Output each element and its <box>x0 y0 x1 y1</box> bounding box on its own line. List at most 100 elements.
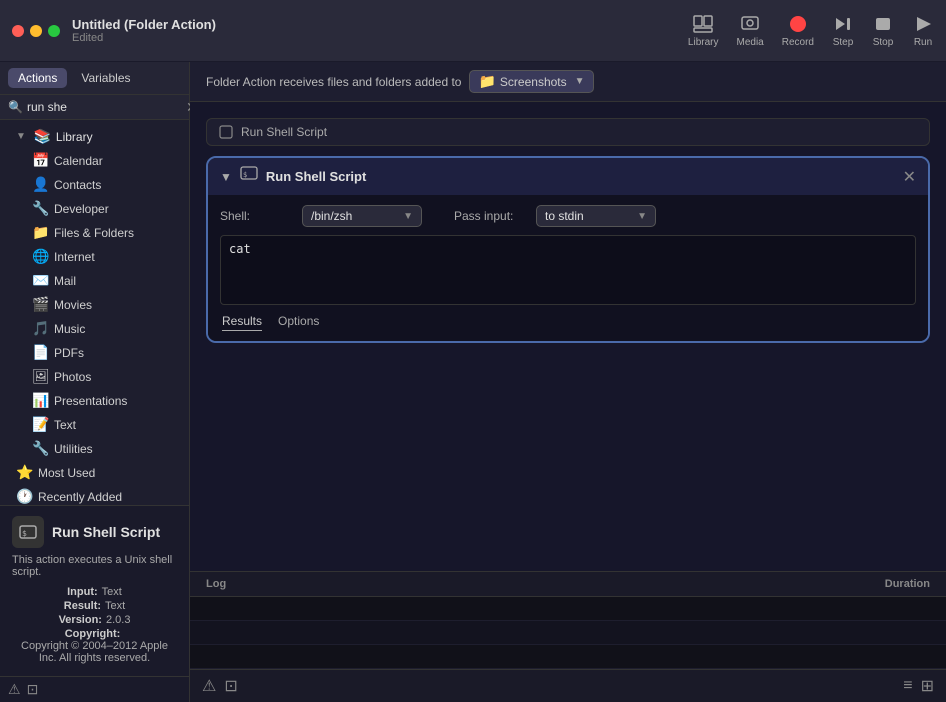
shell-label: Shell: <box>220 209 290 223</box>
run-icon <box>912 13 934 35</box>
contacts-icon: 👤 <box>32 176 48 193</box>
workflow-step-icon <box>219 125 233 139</box>
app-title-section: Untitled (Folder Action) Edited <box>72 17 688 44</box>
tab-results[interactable]: Results <box>222 314 262 331</box>
sidebar-item-library[interactable]: ▼ 📚 Library <box>4 125 185 148</box>
info-header: $_ Run Shell Script <box>12 516 177 548</box>
app-subtitle: Edited <box>72 32 688 44</box>
sidebar-item-files-folders[interactable]: 📁 Files & Folders <box>4 221 185 244</box>
log-table: Log Duration <box>190 571 946 669</box>
media-button[interactable]: Media <box>737 13 764 48</box>
warning-status-icon[interactable]: ⚠ <box>202 676 216 696</box>
app-title: Untitled (Folder Action) <box>72 17 688 32</box>
action-card-close-button[interactable]: ✕ <box>903 167 916 187</box>
pass-input-label: Pass input: <box>454 209 524 223</box>
pass-input-value: to stdin <box>545 209 584 223</box>
copyright-value: Copyright © 2004–2012 Apple Inc. All rig… <box>12 640 177 664</box>
sidebar-item-movies[interactable]: 🎬 Movies <box>4 293 185 316</box>
record-label: Record <box>782 37 814 48</box>
copyright-label: Copyright: <box>65 628 121 640</box>
info-title: Run Shell Script <box>52 524 160 540</box>
folder-action-bar: Folder Action receives files and folders… <box>190 62 946 102</box>
info-row-copyright: Copyright: Copyright © 2004–2012 Apple I… <box>12 628 177 664</box>
shell-select[interactable]: /bin/zsh ▼ <box>302 205 422 227</box>
sidebar-item-text[interactable]: 📝 Text <box>4 413 185 436</box>
info-row-result: Result: Text <box>12 600 177 612</box>
movies-icon: 🎬 <box>32 296 48 313</box>
sidebar-item-most-used[interactable]: ⭐ Most Used <box>4 461 185 484</box>
step-button[interactable]: Step <box>832 13 854 48</box>
action-card: ▼ $_ Run Shell Script ✕ Shell: /bin <box>206 156 930 343</box>
media-icon <box>739 13 761 35</box>
sidebar-item-music[interactable]: 🎵 Music <box>4 317 185 340</box>
media-label: Media <box>737 37 764 48</box>
action-card-icon: $_ <box>240 166 258 187</box>
maximize-button[interactable] <box>48 25 60 37</box>
right-panel: Folder Action receives files and folders… <box>190 62 946 702</box>
tab-variables[interactable]: Variables <box>71 68 140 88</box>
action-card-body: Shell: /bin/zsh ▼ Pass input: to stdin ▼… <box>208 195 928 341</box>
list-view-icon[interactable]: ≡ <box>903 677 912 695</box>
log-column-header: Log <box>206 578 810 590</box>
sidebar-item-photos[interactable]: 🖼 Photos <box>4 365 185 388</box>
minimize-button[interactable] <box>30 25 42 37</box>
library-label: Library <box>56 130 93 144</box>
result-value: Text <box>105 600 125 612</box>
developer-icon: 🔧 <box>32 200 48 217</box>
traffic-lights <box>12 25 60 37</box>
run-label: Run <box>914 37 932 48</box>
record-button[interactable]: Record <box>782 13 814 48</box>
sidebar-item-pdfs[interactable]: 📄 PDFs <box>4 341 185 364</box>
action-info-icon: $_ <box>12 516 44 548</box>
search-input[interactable] <box>27 100 182 114</box>
tab-options[interactable]: Options <box>278 314 319 331</box>
log-row <box>190 597 946 621</box>
library-tree-icon: 📚 <box>34 128 50 145</box>
files-folders-icon: 📁 <box>32 224 48 241</box>
version-label: Version: <box>59 614 102 626</box>
photos-icon: 🖼 <box>32 368 48 385</box>
sidebar-item-mail[interactable]: ✉️ Mail <box>4 269 185 292</box>
sidebar-item-presentations[interactable]: 📊 Presentations <box>4 389 185 412</box>
sidebar-item-utilities[interactable]: 🔧 Utilities <box>4 437 185 460</box>
workflow-step-item[interactable]: Run Shell Script <box>206 118 930 146</box>
log-rows <box>190 597 946 669</box>
status-row: ⚠ ⊡ <box>0 676 189 702</box>
sidebar-item-calendar[interactable]: 📅 Calendar <box>4 149 185 172</box>
library-label: Library <box>688 37 719 48</box>
sidebar-item-developer[interactable]: 🔧 Developer <box>4 197 185 220</box>
most-used-icon: ⭐ <box>16 464 32 481</box>
sidebar-item-contacts[interactable]: 👤 Contacts <box>4 173 185 196</box>
svg-text:$_: $_ <box>22 529 32 538</box>
close-button[interactable] <box>12 25 24 37</box>
folder-icon: 📁 <box>478 73 495 90</box>
info-row-version: Version: 2.0.3 <box>12 614 177 626</box>
calendar-icon: 📅 <box>32 152 48 169</box>
chevron-down-icon: ▼ <box>637 211 647 222</box>
library-button[interactable]: Library <box>688 13 719 48</box>
pass-input-select[interactable]: to stdin ▼ <box>536 205 656 227</box>
collapse-icon[interactable]: ▼ <box>220 170 232 184</box>
toolbar-icons: Library Media Record <box>688 13 934 48</box>
sidebar-item-recently-added[interactable]: 🕐 Recently Added <box>4 485 185 505</box>
chevron-down-icon: ▼ <box>16 131 26 142</box>
action-card-title: Run Shell Script <box>266 169 895 184</box>
run-button[interactable]: Run <box>912 13 934 48</box>
input-label: Input: <box>67 586 98 598</box>
action-card-header[interactable]: ▼ $_ Run Shell Script ✕ <box>208 158 928 195</box>
sidebar-item-internet[interactable]: 🌐 Internet <box>4 245 185 268</box>
pdfs-icon: 📄 <box>32 344 48 361</box>
tab-actions[interactable]: Actions <box>8 68 67 88</box>
grid-view-icon[interactable]: ⊞ <box>921 676 934 696</box>
stop-button[interactable]: Stop <box>872 13 894 48</box>
bottom-toolbar: ⚠ ⊡ ≡ ⊞ <box>190 669 946 702</box>
status-warning-icon[interactable]: ⚠ <box>8 681 21 698</box>
music-icon: 🎵 <box>32 320 48 337</box>
script-textarea[interactable]: cat <box>220 235 916 305</box>
info-row-input: Input: Text <box>12 586 177 598</box>
log-header: Log Duration <box>190 572 946 597</box>
log-row <box>190 645 946 669</box>
status-expand-icon[interactable]: ⊡ <box>27 681 39 698</box>
folder-badge[interactable]: 📁 Screenshots ▼ <box>469 70 593 93</box>
expand-icon[interactable]: ⊡ <box>224 676 237 696</box>
